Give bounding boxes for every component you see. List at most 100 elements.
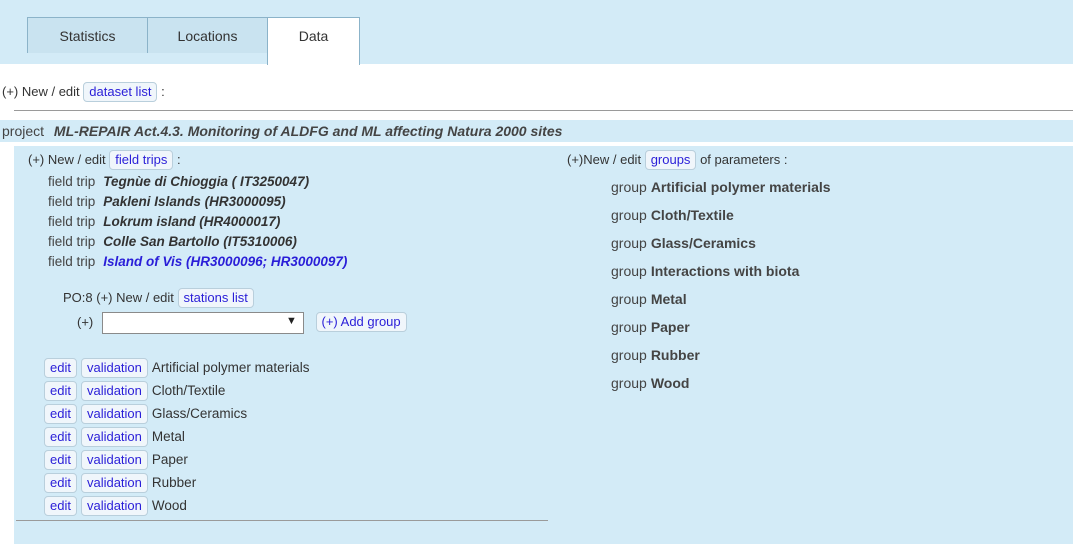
parameter-group-item[interactable]: group Artificial polymer materials	[611, 176, 831, 204]
group-row-name: Metal	[151, 429, 185, 444]
tab-statistics[interactable]: Statistics	[27, 17, 148, 53]
edit-button[interactable]: edit	[44, 473, 77, 493]
field-trips-suffix: :	[176, 152, 181, 167]
stations-prefix: PO:8 (+) New / edit	[63, 290, 174, 305]
validation-button[interactable]: validation	[80, 450, 148, 470]
project-name: ML-REPAIR Act.4.3. Monitoring of ALDFG a…	[53, 123, 563, 139]
parameter-group-item[interactable]: group Interactions with biota	[611, 260, 831, 288]
parameter-group-item[interactable]: group Rubber	[611, 344, 831, 372]
divider	[14, 110, 1073, 111]
group-row-name: Artificial polymer materials	[151, 360, 310, 375]
divider	[16, 520, 548, 521]
validation-button[interactable]: validation	[80, 381, 148, 401]
stations-row: PO:8 (+) New / edit stations list	[63, 288, 254, 308]
tab-locations[interactable]: Locations	[147, 17, 268, 53]
groups-suffix: of parameters :	[700, 152, 788, 167]
edit-button[interactable]: edit	[44, 496, 77, 516]
group-label: group	[611, 291, 647, 307]
group-row: edit validation Cloth/Textile	[44, 379, 309, 402]
project-panel: (+) New / edit field trips : field trip T…	[14, 146, 1073, 544]
group-row: edit validation Artificial polymer materia…	[44, 356, 309, 379]
parameter-group-item[interactable]: group Metal	[611, 288, 831, 316]
field-trip-item[interactable]: field trip Colle San Bartollo (IT5310006)	[48, 232, 347, 252]
dataset-suffix: :	[161, 84, 165, 99]
groups-button[interactable]: groups	[644, 150, 697, 170]
field-trip-label: field trip	[48, 234, 96, 249]
group-row-name: Rubber	[151, 475, 197, 490]
edit-button[interactable]: edit	[44, 427, 77, 447]
group-label: group	[611, 207, 647, 223]
dataset-prefix: (+) New / edit	[2, 84, 80, 99]
dropdown-arrow-icon[interactable]: ▼	[286, 315, 297, 327]
validation-button[interactable]: validation	[80, 473, 148, 493]
field-trip-item[interactable]: field trip Tegnùe di Chioggia ( IT3250047…	[48, 172, 347, 192]
group-label: group	[611, 347, 647, 363]
field-trip-item[interactable]: field trip Lokrum island (HR4000017)	[48, 212, 347, 232]
group-label: group	[611, 375, 647, 391]
group-row-name: Paper	[151, 452, 188, 467]
field-trip-list: field trip Tegnùe di Chioggia ( IT3250047…	[48, 172, 347, 272]
group-row: edit validation Metal	[44, 425, 309, 448]
group-label: group	[611, 179, 647, 195]
group-name[interactable]: Cloth/Textile	[651, 207, 734, 223]
field-trip-label: field trip	[48, 174, 96, 189]
dataset-list-button[interactable]: dataset list	[83, 82, 158, 102]
group-row: edit validation Paper	[44, 448, 309, 471]
groups-prefix: (+)New / edit	[567, 152, 642, 167]
field-trip-name[interactable]: Colle San Bartollo (IT5310006)	[103, 234, 297, 249]
group-row-name: Wood	[151, 498, 187, 513]
groups-header: (+)New / edit groups of parameters :	[567, 150, 788, 170]
group-row: edit validation Rubber	[44, 471, 309, 494]
parameter-group-item[interactable]: group Paper	[611, 316, 831, 344]
group-name[interactable]: Paper	[651, 319, 690, 335]
tab-data[interactable]: Data	[267, 17, 360, 65]
group-name[interactable]: Metal	[651, 291, 687, 307]
field-trip-name[interactable]: Lokrum island (HR4000017)	[103, 214, 280, 229]
group-select[interactable]: ▼	[101, 312, 304, 334]
edit-button[interactable]: edit	[44, 450, 77, 470]
edit-button[interactable]: edit	[44, 358, 77, 378]
field-trip-item[interactable]: field trip Pakleni Islands (HR3000095)	[48, 192, 347, 212]
group-row: edit validation Glass/Ceramics	[44, 402, 309, 425]
parameter-group-item[interactable]: group Cloth/Textile	[611, 204, 831, 232]
field-trip-item-selected[interactable]: field trip Island of Vis (HR3000096; HR30…	[48, 252, 347, 272]
parameter-group-item[interactable]: group Wood	[611, 372, 831, 400]
field-trip-name[interactable]: Pakleni Islands (HR3000095)	[103, 194, 285, 209]
group-name[interactable]: Wood	[651, 375, 690, 391]
group-name[interactable]: Artificial polymer materials	[651, 179, 831, 195]
group-name[interactable]: Glass/Ceramics	[651, 235, 756, 251]
field-trip-name[interactable]: Island of Vis (HR3000096; HR3000097)	[103, 254, 347, 269]
project-label: project	[2, 123, 45, 139]
field-trip-label: field trip	[48, 194, 96, 209]
tab-bar: Statistics Locations Data	[0, 0, 1073, 65]
group-label: group	[611, 319, 647, 335]
parameter-group-list: group Artificial polymer materials group C…	[611, 176, 831, 400]
edit-button[interactable]: edit	[44, 404, 77, 424]
field-trips-button[interactable]: field trips	[109, 150, 174, 170]
parameter-group-item[interactable]: group Glass/Ceramics	[611, 232, 831, 260]
field-trip-label: field trip	[48, 254, 96, 269]
add-group-button[interactable]: (+) Add group	[315, 312, 407, 333]
stations-list-button[interactable]: stations list	[177, 288, 254, 308]
group-rows: edit validation Artificial polymer materia…	[44, 356, 309, 517]
project-bar: project ML-REPAIR Act.4.3. Monitoring of…	[0, 120, 1073, 142]
add-group-prefix: (+)	[77, 314, 94, 330]
dataset-row: (+) New / edit dataset list :	[2, 82, 165, 102]
validation-button[interactable]: validation	[80, 358, 148, 378]
group-row-name: Glass/Ceramics	[151, 406, 248, 421]
group-name[interactable]: Rubber	[651, 347, 700, 363]
add-group-row: (+) ▼ (+) Add group	[77, 312, 407, 334]
field-trips-header: (+) New / edit field trips :	[28, 150, 181, 170]
validation-button[interactable]: validation	[80, 427, 148, 447]
validation-button[interactable]: validation	[80, 404, 148, 424]
group-name[interactable]: Interactions with biota	[651, 263, 800, 279]
group-row: edit validation Wood	[44, 494, 309, 517]
group-label: group	[611, 235, 647, 251]
field-trip-label: field trip	[48, 214, 96, 229]
edit-button[interactable]: edit	[44, 381, 77, 401]
field-trip-name[interactable]: Tegnùe di Chioggia ( IT3250047)	[103, 174, 309, 189]
group-row-name: Cloth/Textile	[151, 383, 226, 398]
group-label: group	[611, 263, 647, 279]
field-trips-prefix: (+) New / edit	[28, 152, 106, 167]
validation-button[interactable]: validation	[80, 496, 148, 516]
